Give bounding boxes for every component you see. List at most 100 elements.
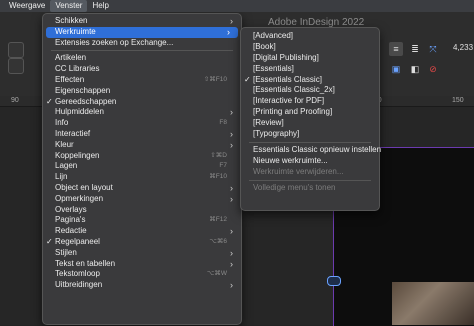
chevron-right-icon: › — [230, 226, 233, 237]
menubar-item-venster[interactable]: Venster — [50, 0, 88, 12]
workspace-essentials-classic[interactable]: ✓ [Essentials Classic] — [241, 75, 379, 86]
menu-item-shortcut: ⇧⌘F10 — [203, 75, 227, 83]
workspace-interactive-pdf[interactable]: [Interactive for PDF] — [241, 96, 379, 107]
link-icon[interactable] — [327, 276, 341, 286]
menubar: Weergave Venster Help — [0, 0, 474, 12]
menu-item-label: Gereedschappen — [55, 96, 117, 106]
menu-item-werkruimte[interactable]: Werkruimte › — [46, 26, 238, 38]
submenu-item-label: [Printing and Proofing] — [253, 107, 333, 117]
chevron-right-icon: › — [230, 107, 233, 118]
workspace-essentials[interactable]: [Essentials] — [241, 64, 379, 75]
submenu-item-label: [Interactive for PDF] — [253, 96, 325, 106]
menu-item-regelpaneel[interactable]: ✓ Regelpaneel ⌥⌘6 — [43, 237, 241, 248]
menu-item-label: Pagina's — [55, 215, 86, 225]
menu-item-info[interactable]: Info F8 — [43, 118, 241, 129]
submenu-item-label: Volledige menu's tonen — [253, 182, 336, 192]
stroke-icon[interactable]: ⊘ — [426, 62, 440, 76]
menubar-item-weergave[interactable]: Weergave — [4, 0, 50, 12]
checkmark-icon: ✓ — [46, 236, 53, 246]
placed-image[interactable] — [392, 282, 474, 325]
menu-item-uitbreidingen[interactable]: Uitbreidingen › — [43, 280, 241, 291]
chevron-right-icon: › — [230, 258, 233, 269]
menu-item-shortcut: F7 — [219, 162, 227, 170]
workspace-printing-proofing[interactable]: [Printing and Proofing] — [241, 107, 379, 118]
menu-item-stijlen[interactable]: Stijlen › — [43, 248, 241, 259]
frame-fit-icon[interactable]: ▣ — [389, 62, 403, 76]
menu-item-artikelen[interactable]: Artikelen — [43, 53, 241, 64]
menu-item-opmerkingen[interactable]: Opmerkingen › — [43, 194, 241, 205]
menu-item-gereedschappen[interactable]: ✓ Gereedschappen — [43, 97, 241, 108]
menu-item-kleur[interactable]: Kleur › — [43, 140, 241, 151]
new-workspace[interactable]: Nieuwe werkruimte... — [241, 156, 379, 167]
menu-item-shortcut: F8 — [219, 119, 227, 127]
workspace-book[interactable]: [Book] — [241, 42, 379, 53]
submenu-item-label: [Book] — [253, 41, 276, 51]
menu-item-cc-libraries[interactable]: CC Libraries — [43, 64, 241, 75]
menu-item-label: Opmerkingen — [55, 193, 104, 203]
menu-item-label: Effecten — [55, 74, 85, 84]
menubar-item-help[interactable]: Help — [87, 0, 113, 12]
workspace-essentials-classic-2x[interactable]: [Essentials Classic_2x] — [241, 85, 379, 96]
workspace-digital-publishing[interactable]: [Digital Publishing] — [241, 53, 379, 64]
menu-item-overlays[interactable]: Overlays — [43, 205, 241, 216]
chevron-right-icon: › — [230, 193, 233, 204]
submenu-item-label: [Essentials] — [253, 63, 294, 73]
workspace-typography[interactable]: [Typography] — [241, 129, 379, 140]
submenu-item-label: [Review] — [253, 118, 284, 128]
menu-item-eigenschappen[interactable]: Eigenschappen — [43, 86, 241, 97]
menu-item-paginas[interactable]: Pagina's ⌘F12 — [43, 215, 241, 226]
menu-item-lagen[interactable]: Lagen F7 — [43, 161, 241, 172]
menu-item-schikken[interactable]: Schikken › — [43, 16, 241, 27]
submenu-item-label: [Digital Publishing] — [253, 52, 319, 62]
chevron-right-icon: › — [230, 247, 233, 258]
menu-item-label: Hulpmiddelen — [55, 107, 104, 117]
menu-item-shortcut: ⇧⌘D — [210, 151, 227, 159]
menu-item-label: Koppelingen — [55, 150, 100, 160]
menu-item-hulpmiddelen[interactable]: Hulpmiddelen › — [43, 107, 241, 118]
menu-item-effecten[interactable]: Effecten ⇧⌘F10 — [43, 75, 241, 86]
toolbar-button[interactable] — [8, 58, 24, 74]
transform-icon[interactable]: ⤧ — [426, 42, 440, 56]
delete-workspace: Werkruimte verwijderen... — [241, 167, 379, 178]
submenu-item-label: [Essentials Classic_2x] — [253, 85, 335, 95]
menu-item-tekstomloop[interactable]: Tekstomloop ⌥⌘W — [43, 269, 241, 280]
menu-item-label: Regelpaneel — [55, 236, 100, 246]
workspace-review[interactable]: [Review] — [241, 118, 379, 129]
menu-item-extensies[interactable]: Extensies zoeken op Exchange... — [43, 38, 241, 49]
menu-item-koppelingen[interactable]: Koppelingen ⇧⌘D — [43, 151, 241, 162]
submenu-item-label: Werkruimte verwijderen... — [253, 166, 344, 176]
align-icon[interactable]: ≡ — [389, 42, 403, 56]
menu-item-label: Stijlen — [55, 247, 77, 257]
chevron-right-icon: › — [230, 16, 233, 26]
workspace-advanced[interactable]: [Advanced] — [241, 31, 379, 42]
fill-icon[interactable]: ◧ — [408, 62, 422, 76]
menu-item-interactief[interactable]: Interactief › — [43, 129, 241, 140]
chevron-right-icon: › — [227, 26, 230, 37]
coordinate-field[interactable]: 4,233 — [453, 43, 473, 52]
menu-item-label: Redactie — [55, 226, 87, 236]
menu-item-label: Lijn — [55, 172, 68, 182]
toolbar-button[interactable] — [8, 42, 24, 58]
menu-separator — [249, 141, 371, 143]
menu-item-label: Object en layout — [55, 182, 113, 192]
submenu-item-label: [Typography] — [253, 129, 300, 139]
menu-item-tekst-en-tabellen[interactable]: Tekst en tabellen › — [43, 259, 241, 270]
menu-item-label: Lagen — [55, 161, 78, 171]
menu-item-object-en-layout[interactable]: Object en layout › — [43, 183, 241, 194]
reset-workspace[interactable]: Essentials Classic opnieuw instellen — [241, 144, 382, 156]
align-justify-icon[interactable]: ≣ — [408, 42, 422, 56]
menu-item-redactie[interactable]: Redactie › — [43, 226, 241, 237]
menu-item-label: Uitbreidingen — [55, 280, 103, 290]
menu-item-shortcut: ⌘F10 — [209, 173, 227, 181]
menu-item-lijn[interactable]: Lijn ⌘F10 — [43, 172, 241, 183]
menu-item-label: Eigenschappen — [55, 85, 111, 95]
submenu-item-label: Essentials Classic opnieuw instellen — [253, 144, 382, 154]
checkmark-icon: ✓ — [46, 96, 53, 106]
chevron-right-icon: › — [230, 182, 233, 193]
menu-item-label: Werkruimte — [55, 26, 96, 36]
submenu-item-label: Nieuwe werkruimte... — [253, 155, 328, 165]
submenu-item-label: [Advanced] — [253, 31, 294, 40]
chevron-right-icon: › — [230, 139, 233, 150]
submenu-item-label: [Essentials Classic] — [253, 74, 322, 84]
menu-item-label: Tekst en tabellen — [55, 258, 116, 268]
